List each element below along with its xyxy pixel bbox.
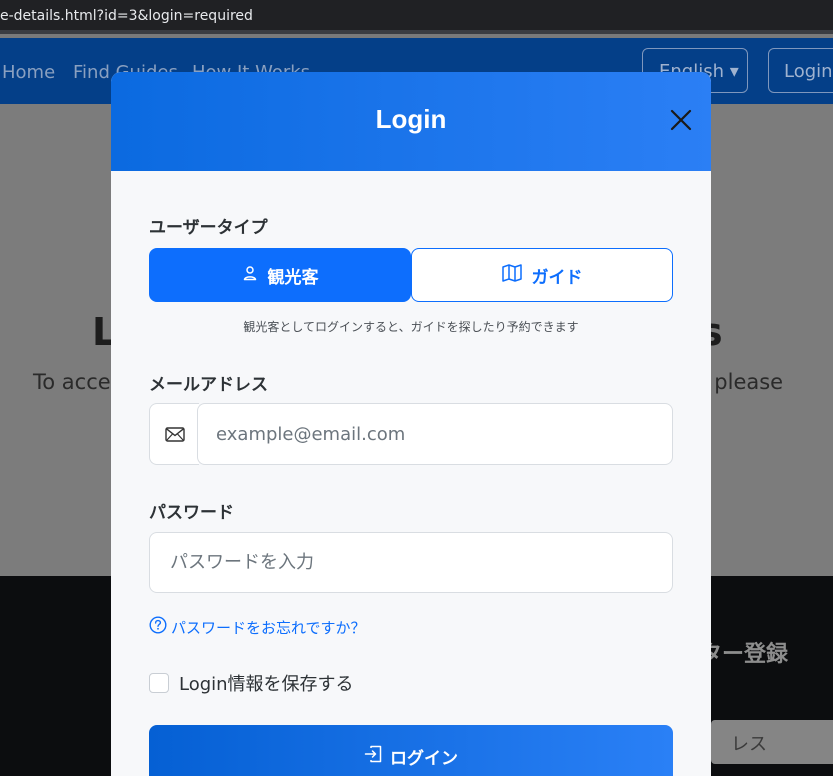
remember-me-row: Login情報を保存する (149, 670, 354, 696)
forgot-password-link[interactable]: パスワードをお忘れですか？ (149, 616, 366, 638)
login-submit-label: ログイン (390, 748, 458, 769)
remember-me-label: Login情報を保存する (179, 674, 354, 695)
question-circle-icon (149, 616, 167, 638)
user-type-tourist-label: 観光客 (267, 267, 319, 288)
password-label: パスワード (149, 503, 234, 523)
login-enter-icon (364, 745, 382, 768)
newsletter-title-fragment: ター登録 (700, 642, 789, 667)
user-type-tourist-button[interactable]: 観光客 (149, 248, 411, 302)
user-type-guide-button[interactable]: ガイド (411, 248, 673, 302)
envelope-icon (149, 403, 199, 465)
remember-me-checkbox[interactable] (149, 673, 169, 693)
browser-address-bar[interactable]: e-details.html?id=3&login=required (0, 0, 833, 34)
email-label: メールアドレス (149, 375, 268, 395)
user-type-hint: 観光客としてログインすると、ガイドを探したり予約できます (243, 320, 579, 334)
user-type-guide-label: ガイド (531, 267, 583, 288)
close-icon[interactable] (669, 108, 693, 132)
email-field[interactable] (197, 403, 673, 465)
password-field[interactable] (149, 532, 673, 593)
login-modal: Login ユーザータイプ 観光客 ガイド 観光客としてログインすると、ガイドを… (111, 72, 711, 776)
hero-text-left-fragment: To acces (33, 370, 122, 394)
person-icon (242, 265, 258, 286)
map-icon (501, 263, 522, 287)
forgot-password-text: パスワードをお忘れですか？ (171, 618, 366, 637)
login-submit-button[interactable]: ログイン (149, 725, 673, 776)
nav-login-button: Login (768, 48, 833, 93)
nav-link-home: Home (2, 62, 56, 83)
modal-header: Login (111, 72, 711, 171)
user-type-label: ユーザータイプ (149, 218, 268, 238)
modal-title: Login (375, 104, 447, 134)
email-input-group (149, 403, 673, 465)
newsletter-input-fragment: レス (711, 720, 833, 764)
url-text: e-details.html?id=3&login=required (0, 8, 253, 24)
